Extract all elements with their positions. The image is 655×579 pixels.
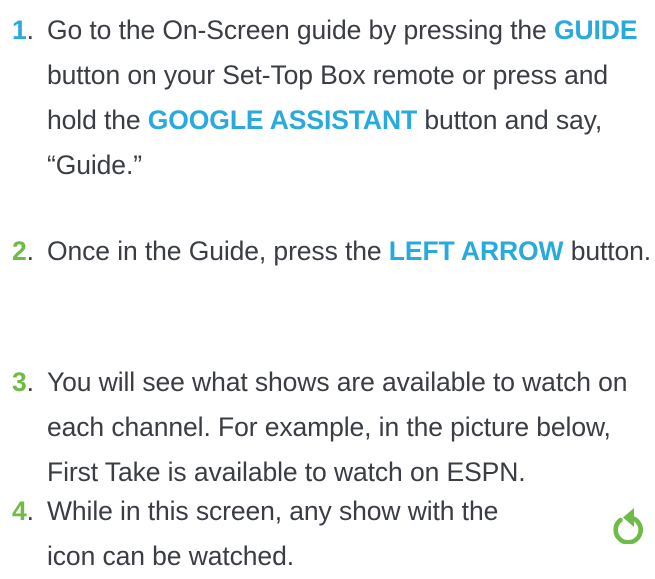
step-4: 4. While in this screen, any show with t… (0, 489, 655, 579)
step-text: icon can be watched. (47, 541, 294, 571)
step-text: Once in the Guide, press the (47, 236, 389, 266)
step-2: 2. Once in the Guide, press the LEFT ARR… (0, 229, 655, 274)
step-text: While in this screen, any show with the (47, 496, 499, 526)
step-number: 3. (12, 367, 34, 397)
step-number: 1. (12, 15, 34, 45)
replay-icon (613, 508, 643, 544)
guide-button-label: GUIDE (553, 15, 638, 45)
step-3: 3. You will see what shows are available… (0, 360, 655, 495)
google-assistant-button-label: GOOGLE ASSISTANT (147, 105, 418, 135)
step-text: button. (563, 236, 652, 266)
step-number: 2. (12, 236, 34, 266)
step-text: Go to the On-Screen guide by pressing th… (47, 15, 554, 45)
step-1: 1. Go to the On-Screen guide by pressing… (0, 8, 655, 188)
step-text: You will see what shows are available to… (47, 367, 628, 487)
step-number: 4. (12, 496, 34, 526)
left-arrow-button-label: LEFT ARROW (388, 236, 564, 266)
